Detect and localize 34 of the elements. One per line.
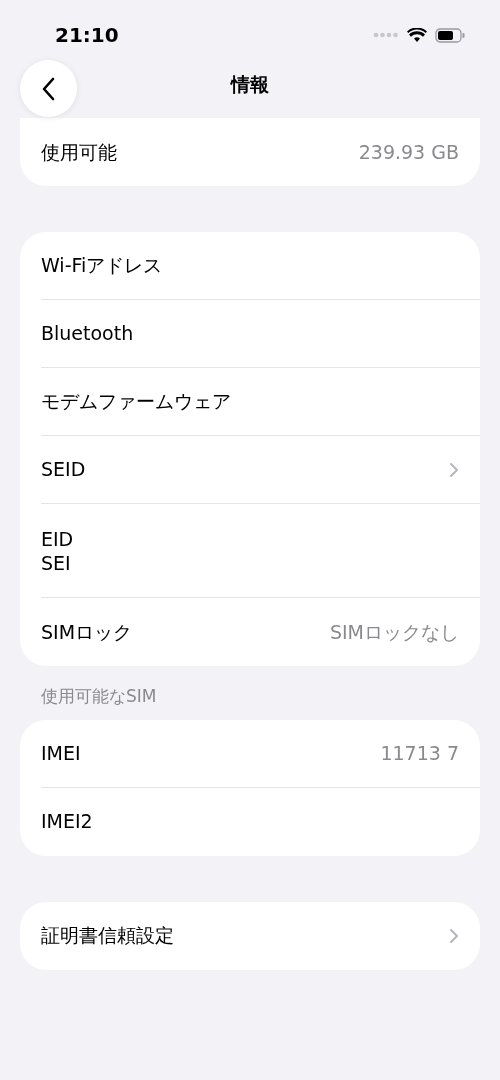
settings-row[interactable]: EID SEI <box>41 504 480 598</box>
chevron-icon <box>449 461 459 478</box>
settings-row[interactable]: SIMロック SIMロックなし <box>41 598 480 666</box>
settings-row[interactable]: IMEI 11713 7 <box>41 719 480 788</box>
row-label: IMEI <box>41 740 81 766</box>
back-button[interactable] <box>20 60 77 117</box>
signal-icon <box>373 32 399 38</box>
row-value: 239.93 GB <box>358 139 459 165</box>
settings-row[interactable]: 使用可能 239.93 GB <box>41 118 480 186</box>
settings-row[interactable]: 証明書信頼設定 <box>41 901 480 970</box>
row-label: IMEI2 <box>41 809 93 835</box>
chevron-icon <box>449 927 459 944</box>
row-label: モデムファームウェア <box>41 389 231 415</box>
settings-row[interactable]: SEID <box>41 436 480 504</box>
back-chevron-icon <box>41 76 56 101</box>
settings-row[interactable]: Wi-Fiアドレス <box>41 232 480 300</box>
row-label: 証明書信頼設定 <box>41 923 174 949</box>
row-value: SEI <box>41 550 72 575</box>
status-time: 21:10 <box>55 22 119 49</box>
settings-row[interactable]: IMEI2 <box>41 787 480 856</box>
battery-icon <box>435 27 465 43</box>
wifi-icon <box>407 27 427 43</box>
row-label: SIMロック <box>41 619 133 645</box>
row-label: SEID <box>41 457 86 483</box>
nav-title: 情報 <box>231 71 269 97</box>
row-label: 使用可能 <box>41 139 117 165</box>
settings-row[interactable]: Bluetooth <box>41 300 480 368</box>
settings-row[interactable]: モデムファームウェア <box>41 368 480 436</box>
row-label: Wi-Fiアドレス <box>41 253 163 279</box>
row-value: 11713 7 <box>380 740 459 766</box>
section-header: 使用可能なSIM <box>41 685 158 708</box>
row-label: EID <box>41 526 74 551</box>
row-value: SIMロックなし <box>329 619 459 645</box>
row-label: Bluetooth <box>41 321 134 347</box>
